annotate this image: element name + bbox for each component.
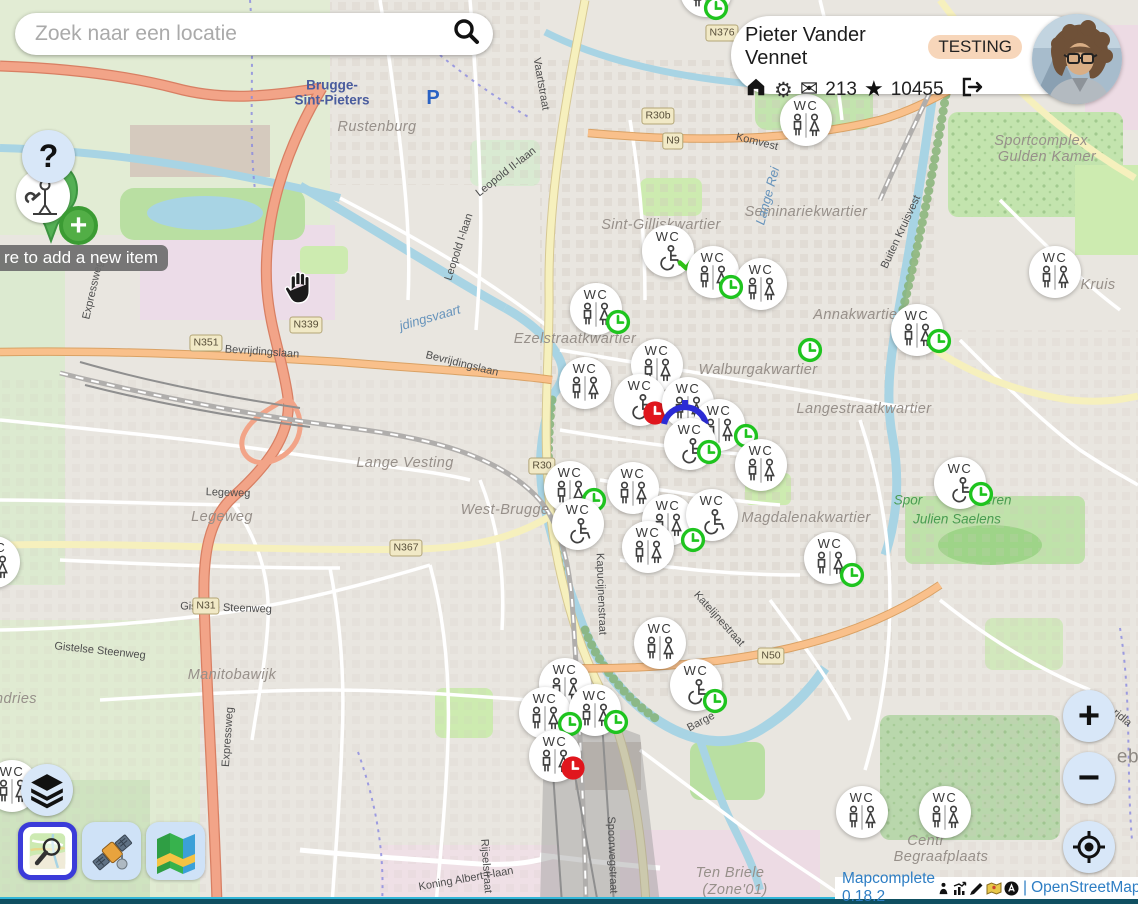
user-stat-icon (937, 881, 950, 896)
style-satellite-button[interactable] (82, 822, 141, 880)
style-map-button[interactable] (146, 822, 205, 880)
add-plus-icon[interactable]: + (59, 206, 98, 245)
avatar[interactable] (1032, 14, 1122, 104)
wc-marker-toilets[interactable]: WC (680, 0, 732, 17)
wc-marker-toilets[interactable]: WC (735, 439, 787, 491)
marker-label: WC (628, 379, 653, 392)
background-style-row (18, 822, 205, 880)
marker-label: WC (636, 526, 661, 539)
marker-label: WC (573, 362, 598, 375)
user-name: Pieter Vander Vennet (745, 24, 920, 70)
marker-label: WC (905, 309, 930, 322)
wc-marker-toilets[interactable]: WC (687, 246, 739, 298)
marker-label: WC (533, 692, 558, 705)
map-marker-layer: WC WC WC WC WC WC WC WC WC WC WC WC WC WC WC WC WC WC WC WC… (0, 0, 1138, 904)
wc-marker-toilets[interactable]: WC (919, 786, 971, 838)
hand-cursor-icon (283, 268, 315, 311)
zoom-out-button[interactable]: − (1063, 752, 1115, 804)
marker-label: WC (948, 462, 973, 475)
testing-badge: TESTING (928, 35, 1022, 59)
logout-icon[interactable] (959, 75, 985, 104)
community-icon (1004, 881, 1019, 896)
marker-label: WC (656, 230, 681, 243)
marker-label: WC (543, 735, 568, 748)
wc-marker-toilets[interactable]: WC (891, 304, 943, 356)
mapcomplete-app: Brugge-Sint-PietersRustenburgSint-Gillis… (0, 0, 1138, 904)
wc-marker-wheelchair[interactable]: WC (670, 659, 722, 711)
style-osm-carto-button[interactable] (18, 822, 77, 880)
help-button[interactable]: ? (22, 130, 75, 183)
marker-label: WC (0, 765, 24, 778)
geolocate-button[interactable] (1063, 821, 1115, 873)
layers-button[interactable] (21, 764, 73, 816)
wc-marker-toilets[interactable]: WC (634, 617, 686, 669)
marker-label: WC (583, 689, 608, 702)
zoom-in-button[interactable]: + (1063, 690, 1115, 742)
marker-label: WC (656, 499, 681, 512)
wc-marker-toilets[interactable]: WC (569, 684, 621, 736)
marker-label: WC (707, 404, 732, 417)
marker-label: WC (584, 288, 609, 301)
marker-label: WC (684, 664, 709, 677)
marker-label: WC (566, 503, 591, 516)
changesets-count: 10455 (891, 79, 944, 101)
search-input[interactable] (33, 21, 451, 47)
wc-marker-toilets[interactable]: WC (559, 357, 611, 409)
wc-marker-toilets[interactable]: WC (804, 532, 856, 584)
search-icon[interactable] (451, 17, 481, 52)
wc-marker-wheelchair[interactable]: WC (614, 374, 666, 426)
marker-label: WC (648, 622, 673, 635)
edit-pencil-icon (969, 881, 984, 896)
settings-gear-icon[interactable]: ⚙ (774, 78, 793, 102)
marker-label: WC (676, 382, 701, 395)
marker-label: WC (933, 791, 958, 804)
marker-label: WC (1043, 251, 1068, 264)
wc-marker-wheelchair[interactable]: WC (686, 489, 738, 541)
marker-label: WC (0, 541, 6, 554)
wc-marker-toilets[interactable]: WC (570, 283, 622, 335)
wc-marker-toilets[interactable]: WC (836, 786, 888, 838)
wc-marker-wheelchair[interactable]: WC (664, 418, 716, 470)
marker-label: WC (700, 494, 725, 507)
wc-marker-toilets[interactable]: WC (735, 258, 787, 310)
marker-label: WC (553, 663, 578, 676)
marker-label: WC (645, 344, 670, 357)
marker-label: WC (558, 466, 583, 479)
wc-marker-toilets[interactable]: WC (1029, 246, 1081, 298)
attribution-bar: Mapcomplete 0.18.2 | OpenStreetMap (835, 877, 1138, 899)
marker-label: WC (621, 467, 646, 480)
search-bar (15, 13, 493, 55)
home-icon[interactable] (745, 76, 767, 103)
wc-marker-wheelchair[interactable]: WC (552, 498, 604, 550)
osm-attribution-link[interactable]: OpenStreetMap (1031, 879, 1138, 897)
messages-count: 213 (825, 79, 857, 101)
messages-envelope-icon[interactable]: ✉ (800, 77, 818, 102)
add-item-tooltip: re to add a new item (0, 245, 168, 271)
wc-marker-wheelchair[interactable]: WC (934, 457, 986, 509)
marker-label: WC (749, 444, 774, 457)
wc-marker-toilets[interactable]: WC (529, 730, 581, 782)
changesets-star-icon: ★ (864, 77, 884, 102)
marker-label: WC (818, 537, 843, 550)
attribution-separator: | (1023, 879, 1027, 897)
marker-label: WC (749, 263, 774, 276)
marker-label: WC (701, 251, 726, 264)
statistics-icon (952, 881, 967, 896)
open-clock-badge-icon (797, 337, 823, 368)
marker-label: WC (850, 791, 875, 804)
marker-label: WC (678, 423, 703, 436)
app-version[interactable]: Mapcomplete 0.18.2 (842, 870, 935, 904)
map-contributions-icon (986, 881, 1002, 896)
wc-marker-toilets[interactable]: WC (622, 521, 674, 573)
wc-marker-toilets[interactable]: WC (0, 536, 20, 588)
